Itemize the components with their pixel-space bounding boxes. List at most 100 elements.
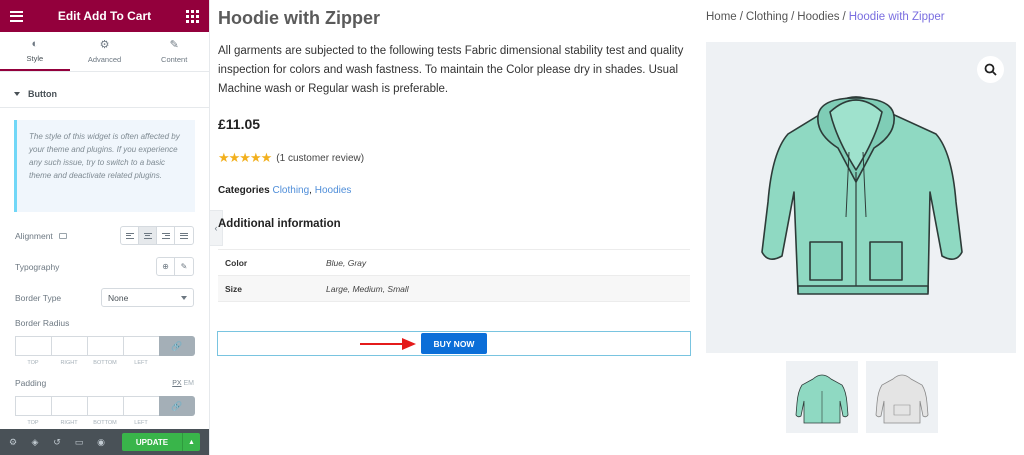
typography-control: Typography ⊕ ✎ xyxy=(15,257,194,276)
tab-advanced-label: Advanced xyxy=(87,54,122,64)
padding-label: Padding xyxy=(15,378,47,388)
link-values-icon[interactable]: 🔗 xyxy=(159,336,195,356)
editor-tabs: ◐ Style ⚙ Advanced ✎ Content xyxy=(0,32,209,72)
tab-advanced[interactable]: ⚙ Advanced xyxy=(70,32,140,71)
attribute-value: Large, Medium, Small xyxy=(326,275,690,302)
star-rating-icon: ★★★★★ xyxy=(218,150,272,165)
review-link[interactable]: (1 customer review) xyxy=(276,153,364,164)
attribute-value: Blue, Gray xyxy=(326,249,690,276)
align-right-icon xyxy=(161,232,170,239)
magnifier-icon xyxy=(984,63,997,76)
preview-eye-icon[interactable]: ◉ xyxy=(96,437,106,448)
padding-inputs: 🔗 xyxy=(15,396,195,416)
border-type-label: Border Type xyxy=(15,292,62,303)
update-button[interactable]: UPDATE xyxy=(122,433,182,451)
category-link-hoodies[interactable]: Hoodies xyxy=(315,185,352,196)
align-center-button[interactable] xyxy=(139,227,157,244)
padding-header: Padding PX EM xyxy=(15,378,194,388)
gear-icon: ⚙ xyxy=(99,38,110,51)
radius-dim-labels: TOP RIGHT BOTTOM LEFT xyxy=(15,360,159,366)
buy-now-button[interactable]: BUY NOW xyxy=(421,333,487,354)
breadcrumb: Home / Clothing / Hoodies / Hoodie with Zipper xyxy=(706,11,945,23)
radius-bottom-input[interactable] xyxy=(87,336,123,356)
dim-label-bottom: BOTTOM xyxy=(93,360,117,366)
padding-dim-label-bottom: BOTTOM xyxy=(93,420,117,426)
padding-top-input[interactable] xyxy=(15,396,51,416)
align-right-button[interactable] xyxy=(157,227,175,244)
padding-right-input[interactable] xyxy=(51,396,87,416)
hamburger-menu-icon[interactable] xyxy=(10,10,23,22)
update-options-button[interactable]: ▲ xyxy=(182,433,200,451)
categories-label: Categories xyxy=(218,185,270,196)
tab-style[interactable]: ◐ Style xyxy=(0,32,70,71)
breadcrumb-current: Hoodie with Zipper xyxy=(848,11,945,23)
editor-panel: Edit Add To Cart ◐ Style ⚙ Advanced ✎ Co… xyxy=(0,0,210,455)
product-price: £11.05 xyxy=(218,116,261,132)
edit-icon[interactable]: ✎ xyxy=(175,258,193,275)
align-justify-button[interactable] xyxy=(175,227,193,244)
padding-dim-labels: TOP RIGHT BOTTOM LEFT xyxy=(15,420,159,426)
attributes-table: Color Blue, Gray Size Large, Medium, Sma… xyxy=(218,249,690,302)
hoodie-image xyxy=(761,96,963,295)
category-link-clothing[interactable]: Clothing xyxy=(272,185,309,196)
border-type-value: None xyxy=(108,292,129,303)
editor-topbar: Edit Add To Cart xyxy=(0,0,209,32)
tab-content-label: Content xyxy=(161,54,188,64)
align-justify-icon xyxy=(180,232,188,239)
align-center-icon xyxy=(143,232,152,239)
breadcrumb-home[interactable]: Home xyxy=(706,11,737,23)
update-control: UPDATE ▲ xyxy=(122,433,200,451)
dim-label-left: LEFT xyxy=(134,360,148,366)
padding-dim-label-top: TOP xyxy=(27,420,39,426)
additional-info-title: Additional information xyxy=(218,218,341,230)
unit-em[interactable]: EM xyxy=(184,380,195,387)
section-button-toggle[interactable]: Button xyxy=(0,80,209,108)
radius-left-input[interactable] xyxy=(123,336,159,356)
responsive-icon[interactable]: ▭ xyxy=(74,437,84,448)
border-type-select[interactable]: None xyxy=(101,288,194,307)
caret-down-icon xyxy=(14,91,20,96)
padding-bottom-input[interactable] xyxy=(87,396,123,416)
product-main-image[interactable] xyxy=(706,42,1016,353)
half-circle-icon: ◐ xyxy=(31,37,39,50)
widgets-grid-icon[interactable] xyxy=(185,9,199,23)
editor-footer: ⚙ ◈ ↺ ▭ ◉ UPDATE ▲ xyxy=(0,429,209,455)
alignment-buttons xyxy=(120,226,194,245)
border-radius-inputs: 🔗 xyxy=(15,336,195,356)
desktop-icon[interactable] xyxy=(58,232,67,239)
product-categories: Categories Clothing, Hoodies xyxy=(218,185,352,196)
radius-right-input[interactable] xyxy=(51,336,87,356)
padding-left-input[interactable] xyxy=(123,396,159,416)
tab-style-label: Style xyxy=(26,53,44,63)
padding-link-icon[interactable]: 🔗 xyxy=(159,396,195,416)
radius-top-input[interactable] xyxy=(15,336,51,356)
tab-content[interactable]: ✎ Content xyxy=(139,32,209,71)
product-description: All garments are subjected to the follow… xyxy=(218,45,684,95)
settings-icon[interactable]: ⚙ xyxy=(8,437,18,448)
history-icon[interactable]: ↺ xyxy=(52,437,62,448)
pencil-icon: ✎ xyxy=(169,38,179,51)
dim-label-right: RIGHT xyxy=(60,360,78,366)
chevron-down-icon xyxy=(181,295,187,300)
attribute-name: Size xyxy=(218,275,326,302)
hoodie-thumb-icon xyxy=(795,374,849,424)
align-left-icon xyxy=(125,232,134,239)
layers-icon[interactable]: ◈ xyxy=(30,437,40,448)
unit-switcher[interactable]: PX EM xyxy=(172,380,194,387)
red-arrow-icon xyxy=(360,338,416,350)
product-rating: ★★★★★ (1 customer review) xyxy=(218,150,364,166)
product-thumbnail-mint[interactable] xyxy=(786,361,858,433)
breadcrumb-clothing[interactable]: Clothing xyxy=(746,11,788,23)
typography-buttons: ⊕ ✎ xyxy=(156,257,194,276)
breadcrumb-hoodies[interactable]: Hoodies xyxy=(797,11,839,23)
table-row: Color Blue, Gray xyxy=(218,249,690,276)
zoom-search-icon[interactable] xyxy=(977,56,1004,83)
align-left-button[interactable] xyxy=(121,227,139,244)
unit-px[interactable]: PX xyxy=(172,380,181,387)
padding-dim-label-right: RIGHT xyxy=(60,420,78,426)
border-radius-label: Border Radius xyxy=(15,318,70,328)
globe-icon[interactable]: ⊕ xyxy=(157,258,175,275)
alignment-label: Alignment xyxy=(15,230,53,241)
product-thumbnail-gray[interactable] xyxy=(866,361,938,433)
alignment-control: Alignment xyxy=(15,226,194,245)
